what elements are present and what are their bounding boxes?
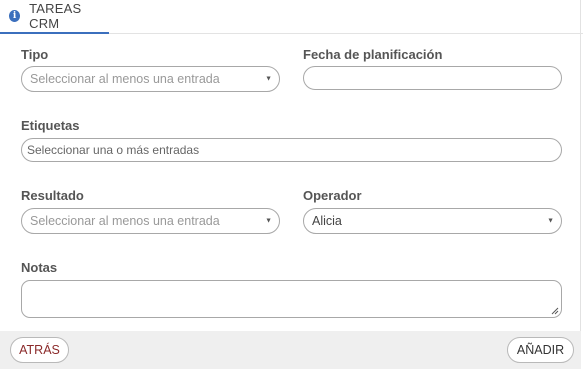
etiquetas-placeholder: Seleccionar una o más entradas bbox=[27, 143, 200, 157]
notas-textarea[interactable] bbox=[21, 280, 562, 318]
crm-task-panel: i TAREAS CRM Tipo Seleccionar al menos u… bbox=[0, 0, 583, 369]
tipo-label: Tipo bbox=[21, 47, 49, 62]
tipo-select[interactable]: Seleccionar al menos una entrada ▼ bbox=[21, 66, 280, 92]
tipo-placeholder: Seleccionar al menos una entrada bbox=[30, 72, 220, 86]
back-button[interactable]: ATRÁS bbox=[10, 337, 69, 363]
dropdown-arrow-icon: ▼ bbox=[547, 217, 554, 225]
resultado-label: Resultado bbox=[21, 188, 84, 203]
tab-tareas-crm[interactable]: i TAREAS CRM bbox=[0, 0, 109, 34]
operador-select[interactable]: Alicia ▼ bbox=[303, 208, 562, 234]
fecha-label: Fecha de planificación bbox=[303, 47, 443, 62]
resultado-select[interactable]: Seleccionar al menos una entrada ▼ bbox=[21, 208, 280, 234]
etiquetas-label: Etiquetas bbox=[21, 118, 80, 133]
resultado-placeholder: Seleccionar al menos una entrada bbox=[30, 214, 220, 228]
add-button-label: AÑADIR bbox=[516, 343, 565, 357]
back-button-label: ATRÁS bbox=[19, 343, 60, 357]
add-button[interactable]: AÑADIR bbox=[507, 337, 574, 363]
fecha-input[interactable] bbox=[303, 66, 562, 90]
dropdown-arrow-icon: ▼ bbox=[265, 217, 272, 225]
dropdown-arrow-icon: ▼ bbox=[265, 75, 272, 83]
resize-handle-icon[interactable] bbox=[551, 307, 559, 315]
tab-title: TAREAS CRM bbox=[29, 1, 82, 31]
tab-bar: i TAREAS CRM bbox=[0, 0, 583, 34]
info-icon: i bbox=[9, 10, 21, 22]
notas-label: Notas bbox=[21, 260, 58, 275]
operador-label: Operador bbox=[303, 188, 362, 203]
etiquetas-select[interactable]: Seleccionar una o más entradas bbox=[21, 138, 562, 162]
operador-value: Alicia bbox=[312, 214, 342, 228]
form-footer: ATRÁS AÑADIR bbox=[0, 331, 581, 369]
